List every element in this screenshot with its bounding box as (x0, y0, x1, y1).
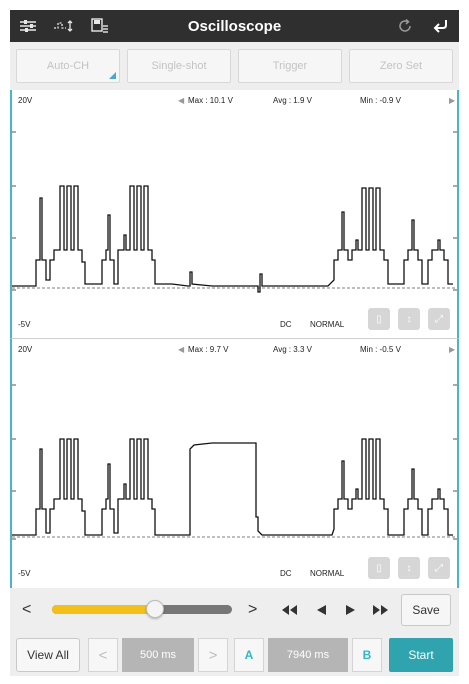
refresh-icon[interactable] (387, 10, 423, 42)
channel-1-mode: NORMAL (310, 320, 345, 329)
channel-2-waveform (12, 384, 457, 540)
bottom-bar: View All < 500 ms > A 7940 ms B Start (10, 634, 459, 676)
slider-right-icon[interactable]: > (248, 601, 257, 619)
channel-1-coupling: DC (280, 320, 292, 329)
slider-fill (52, 605, 155, 614)
cursor-a-button[interactable]: A (234, 638, 264, 672)
fast-rewind-icon[interactable] (278, 600, 300, 620)
auto-ch-button[interactable]: Auto-CH (16, 49, 120, 83)
zero-set-button[interactable]: Zero Set (349, 49, 453, 83)
channel-1-vertical-scale-icon[interactable]: ↕ (398, 308, 420, 330)
channel-2-coupling: DC (280, 569, 292, 578)
step-back-icon[interactable] (310, 600, 332, 620)
channel-1-waveform (12, 131, 457, 293)
back-icon[interactable] (423, 10, 459, 42)
channel-2-lock-icon[interactable]: ▯ (368, 557, 390, 579)
timebase-increase-button[interactable]: > (198, 638, 228, 672)
timebase-decrease-button[interactable]: < (88, 638, 118, 672)
timeline-slider[interactable] (52, 600, 232, 618)
channel-1-avg: Avg : 1.9 V (273, 96, 312, 105)
function-toolbar: Auto-CH Single-shot Trigger Zero Set (10, 42, 459, 90)
channel-2-scale-top: 20V (18, 345, 33, 354)
slider-knob[interactable] (145, 600, 164, 618)
dropdown-corner-icon (109, 72, 116, 79)
cursor-b-button[interactable]: B (352, 638, 382, 672)
trigger-button[interactable]: Trigger (238, 49, 342, 83)
timebase-value: 500 ms (122, 638, 194, 672)
channel-1-expand-icon[interactable]: ⤢ (428, 308, 450, 330)
channel-1-scale-top: 20V (18, 96, 33, 105)
channel-2-scale-bottom: -5V (18, 569, 31, 578)
channel-2-max: Max : 9.7 V (188, 345, 229, 354)
save-list-icon[interactable] (82, 10, 118, 42)
start-button[interactable]: Start (389, 638, 453, 672)
playback-bar: < > Save (10, 588, 459, 634)
signal-adjust-icon[interactable] (46, 10, 82, 42)
channel-1-scale-bottom: -5V (18, 320, 31, 329)
auto-ch-label: Auto-CH (46, 60, 90, 72)
channel-1-panel[interactable]: 20V ◀ Max : 10.1 V Avg : 1.9 V Min : -0.… (10, 90, 459, 338)
channel-2-mode: NORMAL (310, 569, 345, 578)
single-shot-button[interactable]: Single-shot (127, 49, 231, 83)
slider-left-icon[interactable]: < (22, 601, 31, 619)
channel-1-left-arrow-icon[interactable]: ◀ (178, 96, 184, 105)
fast-forward-icon[interactable] (370, 600, 392, 620)
channel-1-right-arrow-icon[interactable]: ▶ (449, 96, 455, 105)
channel-2-panel[interactable]: 20V ◀ Max : 9.7 V Avg : 3.3 V Min : -0.5… (10, 338, 459, 588)
channel-2-left-arrow-icon[interactable]: ◀ (178, 345, 184, 354)
channel-1-min: Min : -0.9 V (360, 96, 401, 105)
settings-sliders-icon[interactable] (10, 10, 46, 42)
step-forward-icon[interactable] (340, 600, 362, 620)
channel-2-expand-icon[interactable]: ⤢ (428, 557, 450, 579)
channel-2-min: Min : -0.5 V (360, 345, 401, 354)
save-button[interactable]: Save (401, 594, 451, 626)
view-all-button[interactable]: View All (16, 638, 80, 672)
channel-2-vertical-scale-icon[interactable]: ↕ (398, 557, 420, 579)
channel-2-avg: Avg : 3.3 V (273, 345, 312, 354)
cursor-time-value: 7940 ms (268, 638, 348, 672)
channel-2-right-arrow-icon[interactable]: ▶ (449, 345, 455, 354)
title-bar: Oscilloscope (10, 10, 459, 42)
channel-1-lock-icon[interactable]: ▯ (368, 308, 390, 330)
channel-1-max: Max : 10.1 V (188, 96, 233, 105)
